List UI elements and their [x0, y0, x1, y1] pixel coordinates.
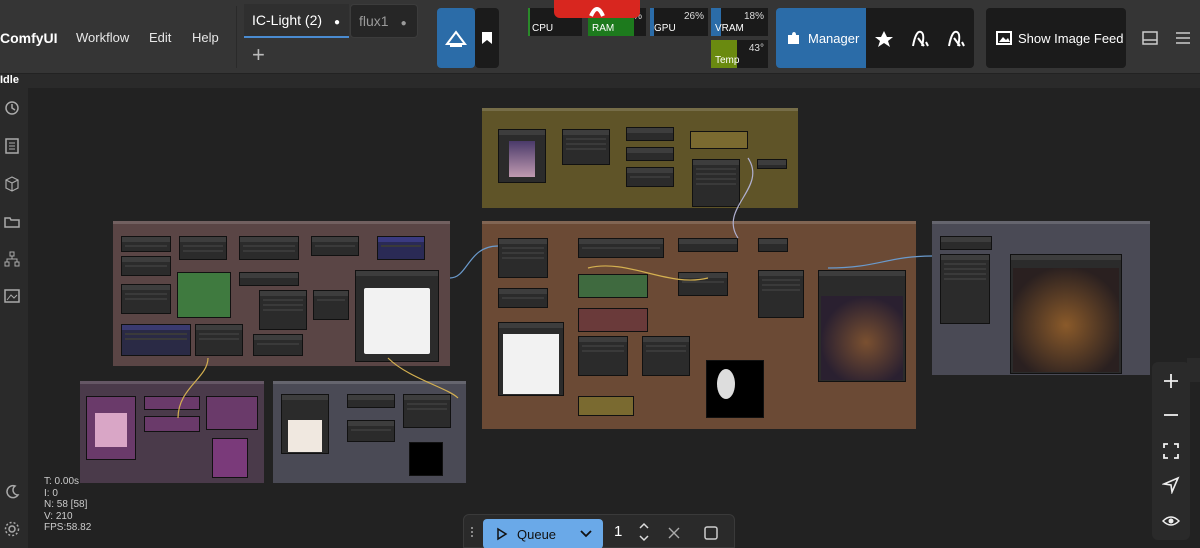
stat-nodes: N: 58 [58]: [44, 499, 88, 510]
wire: [732, 157, 754, 239]
show-image-feed-button[interactable]: Show Image Feed: [986, 8, 1126, 68]
puzzle-icon: [788, 32, 799, 44]
drag-handle-icon[interactable]: [468, 525, 476, 539]
batch-count-input[interactable]: 1: [614, 523, 622, 540]
hamburger-menu-icon[interactable]: [1175, 30, 1191, 46]
status-strip: Idle: [0, 74, 1200, 88]
temp-monitor: Temp 43°: [711, 40, 768, 68]
menu-edit[interactable]: Edit: [149, 30, 171, 45]
folder-icon[interactable]: [4, 214, 20, 230]
mountain-logo-icon: [445, 30, 467, 47]
queue-status-text: Idle: [0, 74, 19, 86]
navigate-arrow-icon[interactable]: [1162, 476, 1180, 494]
menu-workflow[interactable]: Workflow: [76, 30, 129, 45]
canvas-zoom-toolbar: [1152, 362, 1190, 540]
theme-toggle-icon[interactable]: [4, 484, 20, 500]
model-history-button[interactable]: [902, 8, 938, 68]
favorites-button[interactable]: [866, 8, 902, 68]
gallery-icon[interactable]: [4, 288, 20, 304]
tab-flux1[interactable]: flux1 ●: [350, 4, 418, 38]
stat-fps: FPS:58.82: [44, 522, 92, 533]
menu-divider: [236, 6, 237, 68]
panel-toggle-icon[interactable]: [1142, 30, 1158, 46]
feed-label: Show Image Feed: [1018, 31, 1124, 46]
image-icon: [996, 31, 1012, 45]
play-icon: [497, 527, 508, 541]
queue-label: Queue: [517, 527, 557, 542]
curve-icon: [948, 30, 965, 47]
ram-label: RAM: [592, 23, 615, 34]
gpu-label: GPU: [654, 23, 676, 34]
unsaved-dot-icon: ●: [400, 18, 407, 29]
star-icon: [875, 31, 893, 47]
stat-iterations: I: 0: [44, 487, 58, 499]
queue-button[interactable]: Queue: [483, 519, 603, 548]
vram-percent: 18%: [743, 11, 764, 22]
unsaved-dot-icon: ●: [334, 17, 341, 28]
vram-label: VRAM: [715, 23, 744, 34]
cube-icon[interactable]: [4, 176, 20, 192]
top-menubar: ComfyUI Workflow Edit Help IC-Light (2) ●…: [0, 0, 1200, 74]
sidebar-rail: [0, 88, 28, 548]
wire: [177, 357, 209, 419]
status-indicator-badge: [554, 0, 640, 18]
new-tab-plus-icon[interactable]: +: [252, 44, 265, 66]
queue-list-icon[interactable]: [4, 138, 20, 154]
queue-bar: Queue 1: [463, 514, 735, 548]
manager-button[interactable]: Manager: [776, 8, 866, 68]
cancel-close-icon[interactable]: [668, 527, 680, 539]
node-graph-canvas[interactable]: [28, 88, 1200, 548]
wire: [827, 255, 933, 269]
comfy-logo-button[interactable]: [437, 8, 475, 68]
zoom-out-icon[interactable]: [1162, 406, 1180, 424]
link-wires: [177, 157, 933, 419]
vram-monitor: VRAM 18%: [711, 8, 768, 36]
wire: [449, 245, 499, 279]
tab-label: IC-Light (2): [252, 12, 323, 28]
comfyui-app: ComfyUI Workflow Edit Help IC-Light (2) ●…: [0, 0, 1200, 548]
wire: [587, 265, 709, 281]
bookmark-icon: [482, 32, 492, 44]
bookmark-button[interactable]: [475, 8, 499, 68]
tab-ic-light[interactable]: IC-Light (2) ●: [244, 4, 349, 38]
gpu-percent: 26%: [683, 11, 704, 22]
wire: [387, 357, 459, 399]
stat-time: T: 0.00s: [44, 476, 80, 487]
render-stats: T: 0.00s I: 0 N: 58 [58] V: 210 FPS:58.8…: [44, 476, 91, 534]
stop-square-icon[interactable]: [704, 526, 718, 540]
chevron-down-icon[interactable]: [579, 529, 593, 539]
model-manager-button[interactable]: [938, 8, 974, 68]
menu-help[interactable]: Help: [192, 30, 219, 45]
network-icon[interactable]: [4, 251, 20, 267]
app-logo: ComfyUI: [0, 30, 58, 46]
zoom-in-icon[interactable]: [1162, 372, 1180, 390]
stat-vertices: V: 210: [44, 510, 73, 522]
manager-label: Manager: [808, 31, 860, 46]
history-icon[interactable]: [4, 100, 20, 116]
arch-icon: [589, 7, 605, 17]
gpu-monitor: GPU 26%: [650, 8, 708, 36]
tab-label: flux1: [359, 13, 389, 29]
eye-visibility-icon[interactable]: [1162, 512, 1180, 530]
temp-value: 43°: [748, 43, 764, 54]
settings-gear-icon[interactable]: [4, 521, 20, 537]
temp-label: Temp: [715, 55, 740, 66]
cpu-label: CPU: [532, 23, 554, 34]
batch-stepper-icon[interactable]: [638, 521, 650, 543]
curve-icon: [912, 30, 929, 47]
fit-view-icon[interactable]: [1162, 442, 1180, 460]
